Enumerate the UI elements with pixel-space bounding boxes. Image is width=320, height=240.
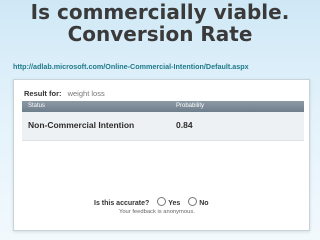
accuracy-feedback: Is this accurate? Yes No <box>94 197 209 207</box>
slide-title: Is commercially viable. Conversion Rate <box>0 1 320 45</box>
title-line-2: Conversion Rate <box>67 22 253 46</box>
query-text: weight loss <box>67 89 105 98</box>
source-url-link[interactable]: http://adlab.microsoft.com/Online-Commer… <box>13 62 313 71</box>
column-header-probability: Probability <box>176 103 205 109</box>
feedback-note: Your feedback is anonymous. <box>119 209 195 215</box>
column-header-status: Status <box>28 103 46 109</box>
screenshot-panel: Result for: weight loss Status Probabili… <box>13 79 310 231</box>
yes-radio[interactable] <box>157 197 167 206</box>
status-value: Non-Commercial Intention <box>28 120 135 130</box>
result-label: Result for: <box>24 89 62 98</box>
accuracy-question: Is this accurate? <box>94 200 150 207</box>
no-radio[interactable] <box>188 197 198 206</box>
no-label: No <box>199 200 209 207</box>
probability-value: 0.84 <box>176 120 193 130</box>
table-row: Non-Commercial Intention 0.84 <box>22 112 304 141</box>
result-header: Result for: weight loss <box>24 89 105 98</box>
yes-label: Yes <box>168 200 181 207</box>
title-line-1: Is commercially viable. <box>30 0 290 24</box>
table-header: Status Probability <box>22 101 304 112</box>
